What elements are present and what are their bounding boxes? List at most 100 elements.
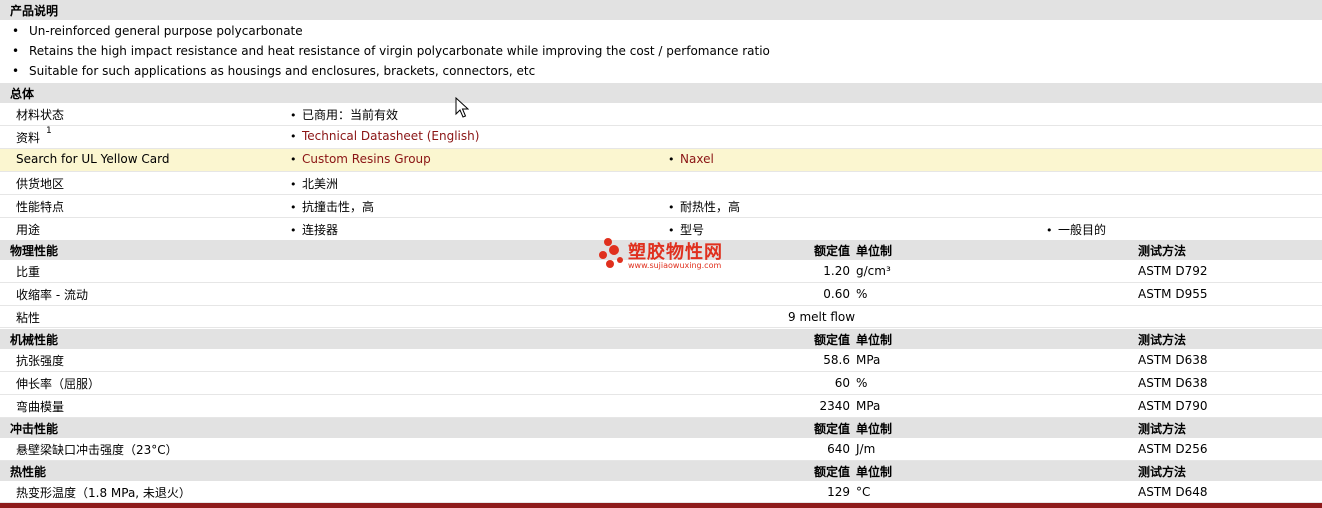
property-value: 60 [834, 376, 850, 390]
property-method: ASTM D638 [1138, 353, 1208, 367]
property-row: 伸长率（屈服） 60 % ASTM D638 [0, 372, 1322, 395]
general-row: 性能特点 • 抗撞击性，高 • 耐热性，高 [0, 195, 1322, 218]
property-value: 2340 [819, 399, 850, 413]
general-row: 材料状态 • 已商用：当前有效 [0, 103, 1322, 126]
bullet-item: • Retains the high impact resistance and … [12, 44, 770, 58]
bullet-icon: • [668, 201, 675, 214]
property-value: 0.60 [823, 287, 850, 301]
property-unit: % [856, 376, 868, 390]
value-text: 北美洲 [302, 177, 339, 191]
property-method: ASTM D648 [1138, 485, 1208, 499]
property-row: 抗张强度 58.6 MPa ASTM D638 [0, 349, 1322, 372]
general-row: 供货地区 • 北美洲 [0, 172, 1322, 195]
property-label: 伸长率（屈服） [16, 377, 101, 391]
value-header: 额定值 [813, 244, 850, 258]
general-row-label: 供货地区 [16, 177, 65, 191]
watermark-url: www.sujiaowuxing.com [628, 261, 722, 270]
property-unit: °C [856, 485, 871, 499]
general-row-value: • 已商用：当前有效 [290, 106, 398, 123]
footer-bar [0, 503, 1322, 508]
property-method: ASTM D792 [1138, 264, 1208, 278]
property-row: 悬壁梁缺口冲击强度（23°C） 640 J/m ASTM D256 [0, 438, 1322, 461]
property-method: ASTM D638 [1138, 376, 1208, 390]
property-value: 129 [827, 485, 850, 499]
property-row: 弯曲模量 2340 MPa ASTM D790 [0, 395, 1322, 418]
property-value: 640 [827, 442, 850, 456]
logo-dots-icon [599, 238, 623, 268]
general-row-label: 资料 [16, 131, 41, 145]
bullet-icon: • [290, 201, 297, 214]
value-text: 已商用：当前有效 [302, 108, 399, 122]
unit-header: 单位制 [856, 244, 893, 258]
value-header: 额定值 [813, 465, 850, 479]
property-label: 热变形温度（1.8 MPa, 未退火） [16, 486, 191, 500]
general-row: Search for UL Yellow Card • Custom Resins … [0, 149, 1322, 172]
general-row-value: • 连接器 [290, 221, 338, 238]
value-link[interactable]: Naxel [680, 152, 714, 166]
bullet-icon: • [290, 178, 297, 191]
bullet-icon: • [290, 130, 297, 143]
value-text: 一般目的 [1058, 223, 1107, 237]
method-header: 测试方法 [1138, 422, 1187, 436]
bullet-icon: • [290, 224, 297, 237]
property-unit: % [856, 287, 868, 301]
unit-header: 单位制 [856, 333, 893, 347]
property-method: ASTM D256 [1138, 442, 1208, 456]
value-text: 连接器 [302, 223, 339, 237]
property-method: ASTM D955 [1138, 287, 1208, 301]
section-title: 产品说明 [10, 4, 59, 18]
property-method: ASTM D790 [1138, 399, 1208, 413]
value-link[interactable]: Custom Resins Group [302, 152, 431, 166]
general-row-value[interactable]: • Naxel [668, 152, 714, 166]
watermark-logo: 塑胶物性网 www.sujiaowuxing.com [598, 236, 728, 272]
property-unit: MPa [856, 353, 881, 367]
property-label: 抗张强度 [16, 354, 65, 368]
property-unit: J/m [856, 442, 876, 456]
value-header: 额定值 [813, 422, 850, 436]
section-header-mechanical: 机械性能 额定值 单位制 测试方法 [0, 329, 1322, 349]
section-title: 机械性能 [10, 333, 59, 347]
section-title: 冲击性能 [10, 422, 59, 436]
general-row-value[interactable]: • Technical Datasheet (English) [290, 129, 479, 143]
property-label: 弯曲模量 [16, 400, 65, 414]
general-row-label: 性能特点 [16, 200, 65, 214]
general-row-value: • 抗撞击性，高 [290, 198, 374, 215]
property-value: 58.6 [823, 353, 850, 367]
general-row-label: Search for UL Yellow Card [16, 152, 170, 166]
general-row-label: 用途 [16, 223, 41, 237]
unit-header: 单位制 [856, 422, 893, 436]
bullet-item: • Suitable for such applications as housi… [12, 64, 536, 78]
property-unit: MPa [856, 399, 881, 413]
general-row-value: • 耐热性，高 [668, 198, 740, 215]
method-header: 测试方法 [1138, 244, 1187, 258]
section-header-thermal: 热性能 额定值 单位制 测试方法 [0, 461, 1322, 481]
general-row-value: • 一般目的 [1046, 221, 1106, 238]
general-row-value[interactable]: • Custom Resins Group [290, 152, 431, 166]
method-header: 测试方法 [1138, 465, 1187, 479]
bullet-icon: • [290, 153, 297, 166]
property-value: 1.20 [823, 264, 850, 278]
property-label: 悬壁梁缺口冲击强度（23°C） [16, 443, 178, 457]
mouse-cursor-icon [455, 97, 469, 118]
general-row-label: 材料状态 [16, 108, 65, 122]
bullet-item: • Un-reinforced general purpose polycarbo… [12, 24, 303, 38]
property-unit: g/cm³ [856, 264, 891, 278]
bullet-icon: • [668, 153, 675, 166]
section-header-impact: 冲击性能 额定值 单位制 测试方法 [0, 418, 1322, 438]
property-label: 粘性 [16, 311, 41, 325]
section-header-general: 总体 [0, 83, 1322, 103]
section-title: 热性能 [10, 465, 47, 479]
property-label: 收缩率 - 流动 [16, 288, 88, 302]
property-row: 收缩率 - 流动 0.60 % ASTM D955 [0, 283, 1322, 306]
section-title: 总体 [10, 87, 35, 101]
property-label: 比重 [16, 265, 41, 279]
unit-header: 单位制 [856, 465, 893, 479]
bullet-icon: • [290, 109, 297, 122]
value-text: 抗撞击性，高 [302, 200, 375, 214]
method-header: 测试方法 [1138, 333, 1187, 347]
value-header: 额定值 [813, 333, 850, 347]
property-row: 粘性 9 melt flow [0, 306, 1322, 328]
value-link[interactable]: Technical Datasheet (English) [302, 129, 479, 143]
property-row: 热变形温度（1.8 MPa, 未退火） 129 °C ASTM D648 [0, 481, 1322, 503]
general-row-value: • 北美洲 [290, 175, 338, 192]
